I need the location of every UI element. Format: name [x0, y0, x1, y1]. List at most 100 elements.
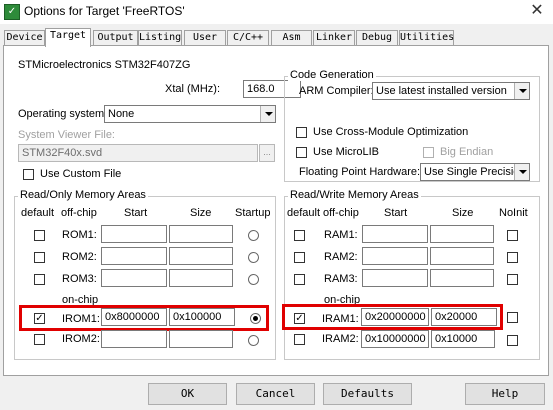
rom3-startup-radio[interactable]	[248, 274, 259, 285]
irom2-start-input[interactable]	[101, 330, 167, 348]
rom2-default-checkbox[interactable]	[34, 252, 45, 263]
iram1-noinit-checkbox[interactable]	[507, 312, 518, 323]
iram2-size-input[interactable]: 0x10000	[431, 330, 495, 348]
iram1-start-input[interactable]: 0x20000000	[361, 308, 429, 326]
tab-listing[interactable]: Listing	[138, 30, 182, 46]
ok-button[interactable]: OK	[148, 383, 227, 405]
irom1-default-checkbox[interactable]: ✓	[34, 313, 45, 324]
rom3-label: ROM3:	[62, 273, 97, 285]
rom1-startup-radio[interactable]	[248, 230, 259, 241]
rom2-label: ROM2:	[62, 251, 97, 263]
ram1-noinit-checkbox[interactable]	[507, 230, 518, 241]
tab-linker[interactable]: Linker	[313, 30, 355, 46]
irom1-start-input[interactable]: 0x8000000	[101, 308, 167, 326]
fph-label: Floating Point Hardware:	[299, 166, 421, 178]
target-panel: STMicroelectronics STM32F407ZG Xtal (MHz…	[3, 45, 549, 376]
ram1-default-checkbox[interactable]	[294, 230, 305, 241]
ram3-start-input[interactable]	[362, 269, 428, 287]
fph-select[interactable]: Use Single Precision	[420, 163, 530, 181]
ram1-label: RAM1:	[324, 229, 358, 241]
rom3-default-checkbox[interactable]	[34, 274, 45, 285]
app-icon: ✓	[4, 4, 20, 20]
iram1-label: IRAM1:	[322, 313, 359, 325]
ram3-noinit-checkbox[interactable]	[507, 274, 518, 285]
ram1-size-input[interactable]	[430, 225, 494, 243]
cancel-button[interactable]: Cancel	[236, 383, 315, 405]
tab-target[interactable]: Target	[45, 28, 91, 47]
tab-output[interactable]: Output	[93, 30, 138, 46]
svf-browse-button: ...	[259, 144, 275, 162]
rw-header-size: Size	[452, 207, 474, 219]
custom-file-checkbox[interactable]	[23, 169, 34, 180]
ram2-start-input[interactable]	[362, 247, 428, 265]
tab-asm[interactable]: Asm	[271, 30, 312, 46]
iram2-default-checkbox[interactable]	[294, 334, 305, 345]
irom1-startup-radio[interactable]	[250, 313, 261, 324]
readwrite-title: Read/Write Memory Areas	[288, 189, 421, 201]
cross-module-label: Use Cross-Module Optimization	[313, 126, 469, 138]
arm-compiler-label: ARM Compiler:	[299, 85, 374, 97]
title-bar: ✓ Options for Target 'FreeRTOS' ✕	[0, 0, 553, 24]
ro-header-startup: Startup	[235, 207, 271, 219]
tab-utilities[interactable]: Utilities	[399, 30, 454, 46]
rw-header-noinit: NoInit	[499, 207, 528, 219]
os-select[interactable]: None	[104, 105, 276, 123]
rom2-startup-radio[interactable]	[248, 252, 259, 263]
ram2-default-checkbox[interactable]	[294, 252, 305, 263]
close-icon[interactable]: ✕	[523, 1, 551, 21]
rom1-size-input[interactable]	[169, 225, 233, 243]
tab-user[interactable]: User	[184, 30, 226, 46]
ram3-size-input[interactable]	[430, 269, 494, 287]
svf-input: STM32F40x.svd	[18, 144, 258, 162]
ram2-size-input[interactable]	[430, 247, 494, 265]
iram2-start-input[interactable]: 0x10000000	[361, 330, 429, 348]
arm-compiler-select[interactable]: Use latest installed version	[372, 82, 530, 100]
iram2-label: IRAM2:	[322, 333, 359, 345]
cross-module-checkbox[interactable]	[296, 127, 307, 138]
rom3-size-input[interactable]	[169, 269, 233, 287]
code-generation-title: Code Generation	[288, 69, 376, 81]
os-label: Operating system:	[18, 108, 108, 120]
ro-header-default: default	[21, 207, 55, 219]
irom2-default-checkbox[interactable]	[34, 334, 45, 345]
iram1-size-input[interactable]: 0x20000	[431, 308, 497, 326]
microlib-label: Use MicroLIB	[313, 146, 380, 158]
tab-debug[interactable]: Debug	[356, 30, 398, 46]
fph-value: Use Single Precision	[424, 166, 526, 178]
rom3-start-input[interactable]	[101, 269, 167, 287]
xtal-label: Xtal (MHz):	[165, 83, 220, 95]
device-name: STMicroelectronics STM32F407ZG	[18, 59, 191, 71]
irom2-startup-radio[interactable]	[248, 335, 259, 346]
custom-file-label: Use Custom File	[40, 168, 122, 180]
irom1-size-input[interactable]: 0x100000	[169, 308, 235, 326]
iram2-noinit-checkbox[interactable]	[507, 335, 518, 346]
microlib-checkbox[interactable]	[296, 147, 307, 158]
ro-header-offchip: off-chip	[61, 207, 97, 219]
tab-cc[interactable]: C/C++	[227, 30, 269, 46]
readonly-title: Read/Only Memory Areas	[18, 189, 148, 201]
rom1-default-checkbox[interactable]	[34, 230, 45, 241]
big-endian-checkbox	[423, 147, 434, 158]
os-value: None	[108, 108, 135, 120]
rom1-label: ROM1:	[62, 229, 97, 241]
chevron-down-icon[interactable]	[514, 164, 529, 180]
window-title: Options for Target 'FreeRTOS'	[24, 4, 185, 18]
rom2-size-input[interactable]	[169, 247, 233, 265]
ram2-noinit-checkbox[interactable]	[507, 252, 518, 263]
help-button[interactable]: Help	[465, 383, 545, 405]
chevron-down-icon[interactable]	[514, 83, 529, 99]
rom2-start-input[interactable]	[101, 247, 167, 265]
ram3-label: RAM3:	[324, 273, 358, 285]
defaults-button[interactable]: Defaults	[323, 383, 412, 405]
chevron-down-icon[interactable]	[260, 106, 275, 122]
rom1-start-input[interactable]	[101, 225, 167, 243]
irom2-size-input[interactable]	[169, 330, 233, 348]
iram1-default-checkbox[interactable]: ✓	[294, 313, 305, 324]
ram1-start-input[interactable]	[362, 225, 428, 243]
ram2-label: RAM2:	[324, 251, 358, 263]
rw-header-default: default	[287, 207, 321, 219]
ram3-default-checkbox[interactable]	[294, 274, 305, 285]
arm-compiler-value: Use latest installed version	[376, 85, 507, 97]
tab-device[interactable]: Device	[4, 30, 45, 46]
irom2-label: IROM2:	[62, 333, 100, 345]
